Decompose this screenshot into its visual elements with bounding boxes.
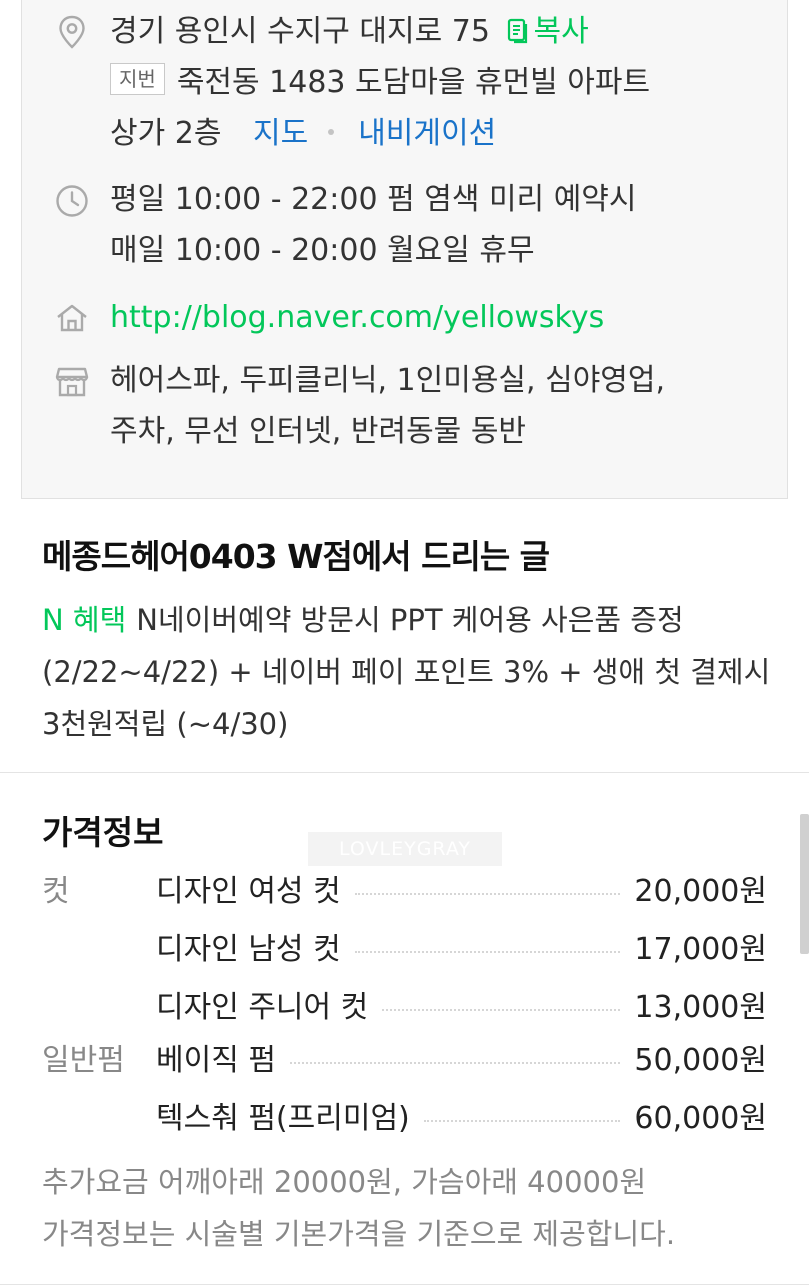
- copy-icon: [507, 9, 529, 60]
- price-row: 디자인 주니어 컷 13,000원: [0, 979, 809, 1037]
- homepage-link[interactable]: http://blog.naver.com/yellowskys: [110, 292, 604, 343]
- business-hours-line2: 매일 10:00 - 20:00 월요일 휴무: [110, 233, 535, 268]
- jibun-address: 죽전동 1483 도담마을 휴먼빌 아파트: [176, 65, 651, 100]
- price-item-name: 디자인 여성 컷: [156, 874, 341, 909]
- price-leader-dots: [355, 951, 620, 953]
- price-value: 50,000원: [634, 1043, 767, 1078]
- price-leader-dots: [290, 1062, 620, 1064]
- location-pin-icon: [54, 14, 90, 50]
- separator-dot: [328, 129, 335, 135]
- price-category: 컷: [42, 874, 70, 909]
- notice-title: 메종드헤어0403 W점에서 드리는 글: [42, 537, 550, 576]
- amenities-line2: 주차, 무선 인터넷, 반려동물 동반: [110, 414, 527, 449]
- price-item-name: 디자인 주니어 컷: [156, 990, 369, 1025]
- jibun-badge: 지번: [110, 63, 165, 95]
- place-info-panel: 경기 용인시 수지구 대지로 75 복사 지번 죽전동 1483 도담마을 휴먼빌…: [21, 0, 788, 499]
- price-category: 일반펌: [42, 1043, 125, 1078]
- price-note-surcharge: 추가요금 어깨아래 20000원, 가슴아래 40000원: [42, 1165, 647, 1199]
- price-leader-dots: [424, 1120, 620, 1122]
- price-note-disclaimer: 가격정보는 시술별 기본가격을 기준으로 제공합니다.: [42, 1217, 676, 1251]
- price-value: 20,000원: [634, 874, 767, 909]
- navigation-link[interactable]: 내비게이션: [358, 116, 496, 151]
- price-row: 컷 디자인 여성 컷 20,000원: [0, 863, 809, 921]
- watermark: LOVLEYGRAY: [308, 832, 502, 866]
- section-divider: [0, 1284, 809, 1285]
- business-hours-line1: 평일 10:00 - 22:00 펌 염색 미리 예약시: [110, 182, 637, 217]
- price-row: 일반펌 베이직 펌 50,000원: [0, 1032, 809, 1090]
- jibun-address-cont: 상가 2층: [110, 116, 222, 151]
- clock-icon: [54, 183, 90, 219]
- notice-text: N네이버예약 방문시 PPT 케어용 사은품 증정 (2/22~4/22) + …: [42, 603, 771, 741]
- price-leader-dots: [355, 893, 620, 895]
- store-icon: [54, 364, 90, 400]
- home-icon: [54, 300, 90, 336]
- benefit-label: N 혜택: [42, 603, 127, 637]
- price-row: 텍스춰 펌(프리미엄) 60,000원: [0, 1090, 809, 1148]
- map-link[interactable]: 지도: [253, 116, 308, 151]
- price-value: 13,000원: [634, 990, 767, 1025]
- price-leader-dots: [382, 1009, 620, 1011]
- price-value: 60,000원: [634, 1101, 767, 1136]
- price-section-title: 가격정보: [42, 813, 164, 852]
- copy-address-button[interactable]: 복사: [507, 14, 589, 49]
- copy-label: 복사: [533, 14, 589, 49]
- scrollbar[interactable]: [800, 814, 809, 954]
- notice-body: N 혜택 N네이버예약 방문시 PPT 케어용 사은품 증정 (2/22~4/22…: [42, 594, 782, 750]
- price-item-name: 텍스춰 펌(프리미엄): [156, 1101, 410, 1136]
- amenities-line1: 헤어스파, 두피클리닉, 1인미용실, 심야영업,: [110, 363, 666, 398]
- price-row: 디자인 남성 컷 17,000원: [0, 921, 809, 979]
- price-value: 17,000원: [634, 932, 767, 967]
- price-item-name: 베이직 펌: [156, 1043, 276, 1078]
- section-divider: [0, 772, 809, 773]
- road-address: 경기 용인시 수지구 대지로 75: [110, 14, 490, 49]
- price-item-name: 디자인 남성 컷: [156, 932, 341, 967]
